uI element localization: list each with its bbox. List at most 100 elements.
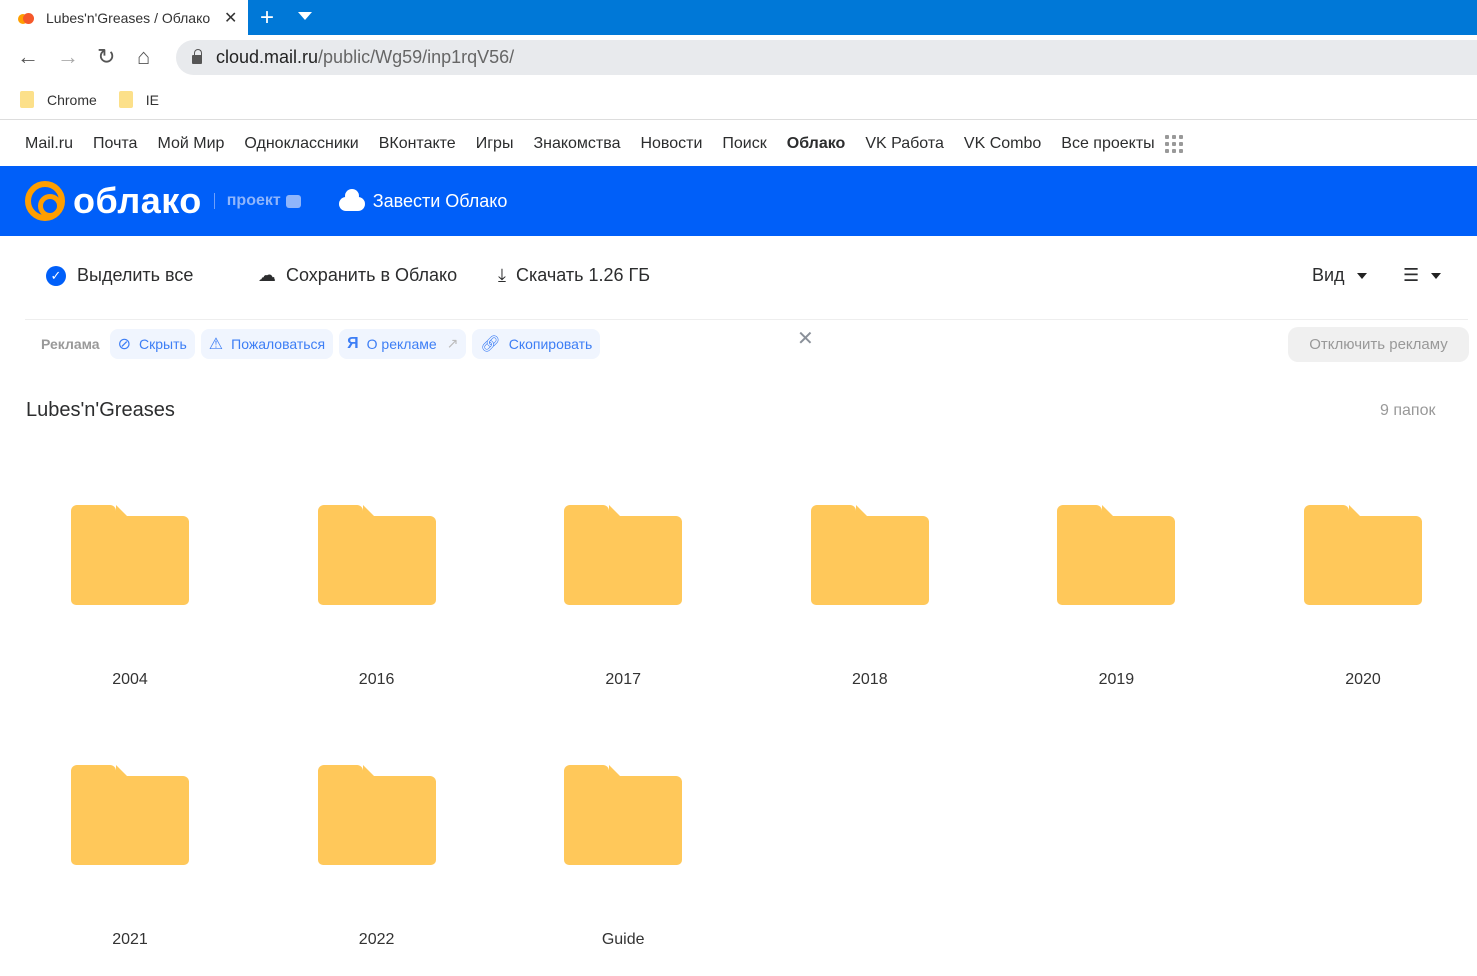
divider <box>25 319 1468 320</box>
logo-text[interactable]: облако <box>73 180 202 222</box>
portal-link-dating[interactable]: Знакомства <box>533 135 620 153</box>
bookmark-ie[interactable]: IE <box>118 91 160 108</box>
portal-link-mail[interactable]: Почта <box>93 135 137 153</box>
yandex-icon: Я <box>347 334 359 352</box>
save-to-cloud-button[interactable]: ☁ Сохранить в Облако <box>258 265 457 286</box>
about-label: О рекламе <box>366 335 437 352</box>
save-label: Сохранить в Облако <box>286 265 458 285</box>
portal-link-mailru[interactable]: Mail.ru <box>25 135 73 153</box>
folder-name: 2016 <box>358 671 395 688</box>
portal-link-ok[interactable]: Одноклассники <box>244 135 358 153</box>
folder-name: 2017 <box>605 671 641 688</box>
folder-item[interactable]: 2017 <box>523 505 723 689</box>
portal-link-search[interactable]: Поиск <box>722 135 766 153</box>
folder-icon <box>564 765 683 865</box>
portal-link-games[interactable]: Игры <box>476 135 514 153</box>
folder-name: 2004 <box>112 671 148 688</box>
lock-icon <box>192 49 202 64</box>
folder-item[interactable]: 2019 <box>1016 505 1216 689</box>
caret-down-icon <box>1356 272 1367 279</box>
folder-item[interactable]: Guide <box>523 765 723 949</box>
divider <box>213 193 215 209</box>
vk-icon <box>285 194 301 208</box>
bookmark-chrome[interactable]: Chrome <box>20 91 97 108</box>
folder-item[interactable]: 2018 <box>770 505 970 689</box>
view-label: Вид <box>1312 265 1345 285</box>
tab-menu-icon[interactable] <box>298 12 312 20</box>
external-arrow-icon: ↗ <box>446 335 459 351</box>
action-bar: ✓ Выделить все ☁ Сохранить в Облако ⤓ Скача… <box>0 252 1477 302</box>
sort-dropdown[interactable]: ☰ <box>1403 265 1442 286</box>
checkmark-icon: ✓ <box>46 265 66 286</box>
folder-icon <box>317 505 436 605</box>
folder-item[interactable]: 2020 <box>1263 505 1463 689</box>
project-label: проект <box>226 192 281 209</box>
cloud-favicon-icon <box>18 11 34 25</box>
download-button[interactable]: ⤓ Скачать 1.26 ГБ <box>498 265 650 286</box>
folder-icon <box>118 91 133 108</box>
folder-count: 9 папок <box>1380 402 1436 419</box>
home-icon[interactable]: ⌂ <box>137 44 150 70</box>
folder-name: 2018 <box>852 671 888 688</box>
about-ad-button[interactable]: Я О рекламе ↗ <box>339 328 467 359</box>
portal-link-vk[interactable]: ВКонтакте <box>379 135 456 153</box>
caret-down-icon <box>1431 272 1442 279</box>
folder-icon <box>71 765 189 865</box>
folder-item[interactable]: 2004 <box>30 505 230 689</box>
folder-item[interactable]: 2021 <box>30 765 230 949</box>
folder-item[interactable]: 2022 <box>277 765 477 949</box>
complain-label: Пожаловаться <box>231 335 326 352</box>
folder-icon <box>317 765 436 865</box>
folder-name: 2020 <box>1345 671 1381 688</box>
browser-tab[interactable]: Lubes'n'Greases / Облако ✕ <box>0 0 248 35</box>
folder-icon <box>1057 505 1176 605</box>
url-path: /public/Wg59/inp1rqV56/ <box>318 47 515 67</box>
complain-button[interactable]: ⚠ Пожаловаться <box>200 328 334 359</box>
url-host: cloud.mail.ru <box>216 47 319 67</box>
tab-title: Lubes'n'Greases / Облако <box>46 9 211 26</box>
apps-grid-icon[interactable] <box>1164 134 1183 153</box>
get-cloud-button[interactable]: Завести Облако <box>373 191 508 212</box>
ad-label: Реклама <box>41 335 100 352</box>
forward-icon[interactable]: → <box>57 44 79 70</box>
bookmarks-bar: Chrome IE <box>0 80 1477 120</box>
folder-icon <box>810 505 929 605</box>
bookmark-label: Chrome <box>47 91 97 108</box>
copy-ad-button[interactable]: 🔗︎ Скопировать <box>472 328 601 359</box>
close-ad-icon[interactable]: ✕ <box>797 326 814 351</box>
portal-link-cloud[interactable]: Облако <box>787 135 846 153</box>
link-icon: 🔗︎ <box>480 335 501 353</box>
bookmark-label: IE <box>145 91 160 108</box>
warning-icon: ⚠ <box>208 335 224 353</box>
select-all-label: Выделить все <box>77 265 194 285</box>
folder-name: 2022 <box>358 931 395 948</box>
portal-link-all-projects[interactable]: Все проекты <box>1061 135 1154 153</box>
folder-item[interactable]: 2016 <box>277 505 477 689</box>
sort-icon: ☰ <box>1403 265 1420 285</box>
close-tab-icon[interactable]: ✕ <box>224 8 237 28</box>
download-label: Скачать 1.26 ГБ <box>515 265 651 285</box>
cloud-header: облако проект Завести Облако <box>0 166 1477 236</box>
view-dropdown[interactable]: Вид <box>1312 265 1367 286</box>
back-icon[interactable]: ← <box>17 44 39 70</box>
cloud-icon <box>338 189 365 211</box>
portal-link-my-world[interactable]: Мой Мир <box>157 135 224 153</box>
download-icon: ⤓ <box>498 265 506 285</box>
folder-icon <box>20 91 34 108</box>
portal-link-vk-combo[interactable]: VK Combo <box>964 135 1041 153</box>
portal-link-news[interactable]: Новости <box>640 135 702 153</box>
select-all-button[interactable]: ✓ Выделить все <box>46 265 193 286</box>
new-tab-icon[interactable]: + <box>260 4 274 32</box>
folder-name: 2021 <box>112 931 148 948</box>
mail-at-logo-icon[interactable] <box>25 181 65 221</box>
folder-icon <box>564 505 683 605</box>
eye-off-icon: ⊘ <box>117 335 131 353</box>
portal-link-vk-work[interactable]: VK Работа <box>865 135 944 153</box>
reload-icon[interactable]: ↻ <box>97 44 115 70</box>
disable-ads-button[interactable]: Отключить рекламу <box>1288 327 1469 362</box>
folder-icon <box>71 505 189 605</box>
address-bar[interactable]: cloud.mail.ru/public/Wg59/inp1rqV56/ <box>176 40 1477 75</box>
ad-bar: Реклама ⊘ Скрыть ⚠ Пожаловаться Я О рекламе… <box>25 328 606 359</box>
cloud-upload-icon: ☁ <box>258 265 276 285</box>
hide-ad-button[interactable]: ⊘ Скрыть <box>109 328 195 359</box>
